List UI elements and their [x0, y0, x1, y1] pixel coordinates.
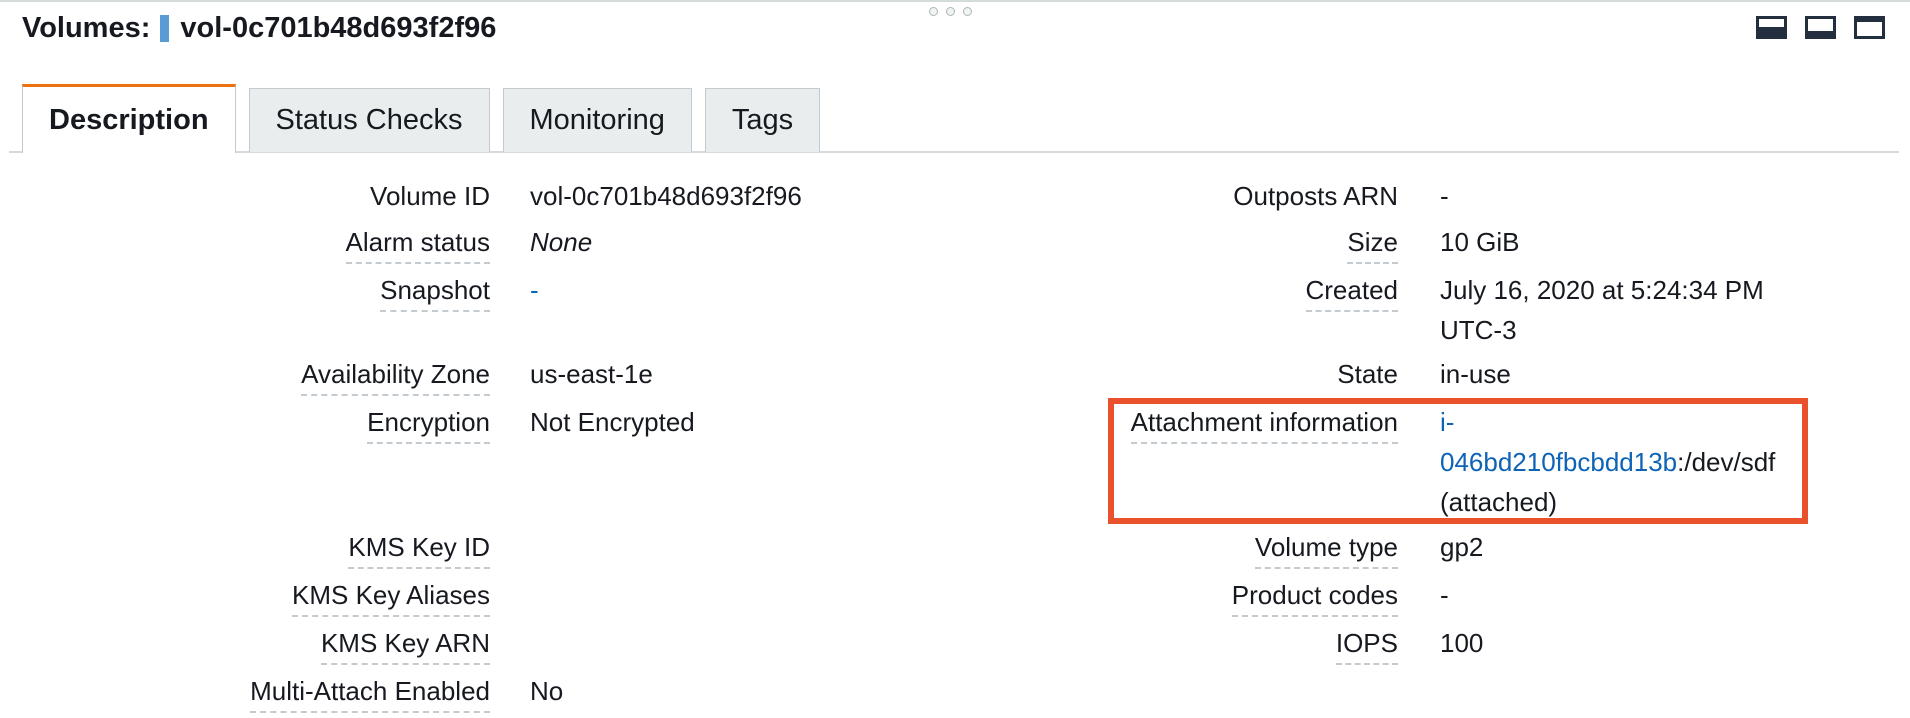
description-content: Volume ID vol-0c701b48d693f2f96 Alarm st… — [0, 0, 1910, 718]
field-value: 100 — [1440, 628, 1484, 658]
field-created: Created July 16, 2020 at 5:24:34 PM UTC-… — [0, 270, 1810, 350]
field-label[interactable]: Multi-Attach Enabled — [250, 674, 490, 713]
created-timezone: UTC-3 — [1440, 315, 1517, 345]
field-iops: IOPS 100 — [0, 623, 1810, 665]
field-value: gp2 — [1440, 532, 1484, 562]
field-value: No — [530, 676, 564, 706]
field-label[interactable]: Volume type — [1254, 530, 1398, 569]
field-size: Size 10 GiB — [0, 222, 1810, 264]
field-label[interactable]: Size — [1347, 225, 1398, 264]
field-product-codes: Product codes - — [0, 575, 1810, 617]
attachment-highlight-box — [1108, 398, 1808, 524]
field-value: July 16, 2020 at 5:24:34 PM UTC-3 — [1440, 270, 1810, 350]
field-multi-attach: Multi-Attach Enabled No — [0, 671, 1050, 713]
field-label[interactable]: Product codes — [1231, 578, 1398, 617]
field-label: State — [1337, 359, 1398, 389]
field-value: - — [1440, 181, 1449, 211]
field-label: Outposts ARN — [1233, 181, 1398, 211]
field-volume-type: Volume type gp2 — [0, 527, 1810, 569]
field-value: in-use — [1440, 359, 1511, 389]
field-value: 10 GiB — [1440, 227, 1520, 257]
created-date: July 16, 2020 at 5:24:34 PM — [1440, 275, 1764, 305]
field-label[interactable]: IOPS — [1335, 626, 1398, 665]
field-value: - — [1440, 580, 1449, 610]
field-outposts-arn: Outposts ARN - — [0, 176, 1810, 216]
tab-description[interactable]: Description — [22, 84, 236, 153]
field-label[interactable]: Created — [1305, 273, 1398, 312]
field-state: State in-use — [0, 354, 1810, 394]
volume-details-panel: Volumes: vol-0c701b48d693f2f96 Descripti… — [0, 0, 1910, 718]
